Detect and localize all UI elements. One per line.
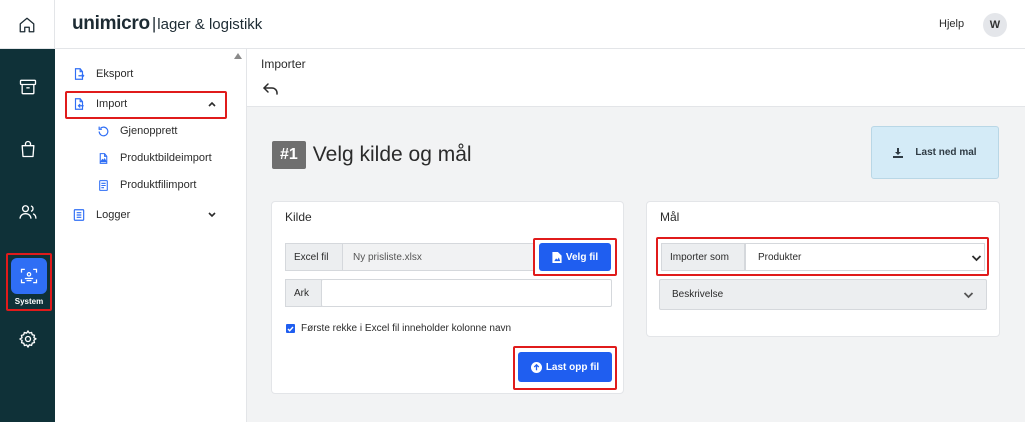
logo-main-text: unimicro	[72, 13, 150, 34]
file-import-icon	[72, 97, 86, 111]
image-file-icon	[96, 151, 110, 165]
choose-file-label: Velg fil	[565, 251, 599, 263]
sheet-input[interactable]	[321, 279, 612, 307]
sheet-label: Ark	[285, 279, 322, 307]
sidenav-product-file-import-label: Produktfilimport	[120, 179, 197, 191]
users-icon	[18, 205, 37, 219]
rail-system-label: System	[14, 297, 44, 306]
target-panel-title: Mål	[660, 210, 680, 224]
sidenav-item-logs[interactable]: Logger	[72, 208, 130, 222]
upload-file-label: Last opp fil	[545, 361, 600, 373]
step-title: Velg kilde og mål	[312, 143, 472, 166]
logo-separator: |	[151, 14, 157, 33]
sidenav-logs-label: Logger	[96, 209, 131, 221]
rail-item-contacts[interactable]	[0, 192, 55, 232]
page-title: Importer	[261, 57, 306, 71]
excel-file-label: Excel fil	[285, 243, 343, 271]
sidenav-item-restore[interactable]: Gjenopprett	[96, 124, 177, 138]
description-label: Beskrivelse	[672, 289, 724, 300]
chevron-down-icon	[971, 255, 982, 262]
sidenav-item-product-file-import[interactable]: Produktfilimport	[96, 178, 196, 192]
avatar[interactable]: W	[983, 13, 1007, 37]
chevron-down-icon[interactable]	[207, 211, 217, 219]
logo-subtitle: lager & logistikk	[157, 16, 263, 33]
import-as-select[interactable]: Produkter	[745, 243, 985, 271]
shopping-bag-icon	[21, 140, 34, 158]
page-header: Importer	[247, 49, 1025, 107]
header-row-checkbox-row[interactable]: Første rekke i Excel fil inneholder kolo…	[286, 323, 511, 334]
download-template-button[interactable]: Last ned mal	[871, 126, 999, 179]
chevron-up-icon[interactable]	[207, 100, 217, 108]
import-as-value: Produkter	[758, 251, 802, 263]
gear-icon	[18, 329, 37, 349]
back-arrow-icon[interactable]	[262, 82, 280, 96]
restore-icon	[96, 124, 110, 138]
excel-file-value: Ny prisliste.xlsx	[342, 243, 534, 271]
import-as-label: Importer som	[661, 243, 745, 271]
check-icon	[287, 326, 294, 332]
rail-item-warehouse[interactable]	[0, 67, 55, 107]
sidenav-export-label: Eksport	[96, 68, 134, 80]
top-bar: unimicro | lager & logistikk Hjelp W	[0, 0, 1025, 49]
header-row-checkbox[interactable]	[286, 324, 295, 333]
download-template-label: Last ned mal	[915, 147, 977, 158]
rail-item-sales[interactable]	[0, 129, 55, 169]
home-button[interactable]	[0, 0, 55, 49]
document-list-icon	[96, 178, 110, 192]
upload-circle-icon	[530, 361, 542, 373]
app-logo[interactable]: unimicro | lager & logistikk	[72, 13, 262, 35]
system-button-bg	[11, 258, 47, 294]
sidenav-item-import[interactable]: Import	[72, 97, 127, 111]
chevron-down-icon	[963, 292, 974, 299]
help-link[interactable]: Hjelp	[939, 18, 964, 30]
choose-file-button[interactable]: Velg fil	[539, 243, 611, 271]
archive-box-icon	[19, 79, 36, 95]
rail-item-system[interactable]: System	[6, 253, 52, 311]
header-row-checkbox-label: Første rekke i Excel fil inneholder kolo…	[301, 323, 512, 334]
main-rail: System	[0, 49, 55, 422]
system-icon	[20, 268, 38, 284]
sidenav-product-image-import-label: Produktbildeimport	[120, 152, 212, 164]
step-heading: #1 Velg kilde og mål	[272, 141, 472, 169]
rail-item-settings[interactable]	[0, 319, 55, 359]
download-icon	[893, 147, 904, 158]
upload-file-button[interactable]: Last opp fil	[518, 352, 612, 382]
scroll-up-arrow-icon[interactable]	[234, 53, 242, 59]
sidenav-item-export[interactable]: Eksport	[72, 67, 133, 81]
sidenav-import-label: Import	[96, 98, 128, 110]
source-panel-title: Kilde	[285, 210, 312, 224]
file-image-icon	[552, 251, 562, 263]
description-accordion[interactable]: Beskrivelse	[659, 279, 987, 310]
file-export-icon	[72, 67, 86, 81]
sidenav-item-product-image-import[interactable]: Produktbildeimport	[96, 151, 212, 165]
sidenav-restore-label: Gjenopprett	[120, 125, 178, 137]
step-number-badge: #1	[272, 141, 306, 169]
home-icon	[19, 17, 35, 32]
log-list-icon	[72, 208, 86, 222]
